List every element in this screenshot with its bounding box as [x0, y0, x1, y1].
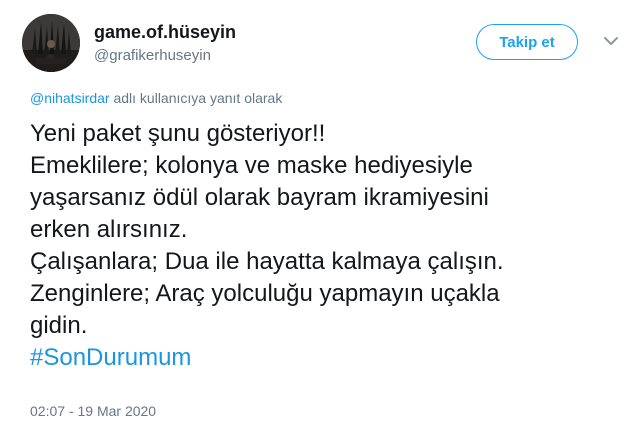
hashtag-link[interactable]: #SonDurumum: [30, 342, 625, 374]
tweet-line: Zenginlere; Araç yolculuğu yapmayın uçak…: [30, 280, 500, 307]
tweet-line: Emeklilere; kolonya ve maske hediyesiyle: [30, 152, 473, 179]
reply-context: @nihatsirdar adlı kullanıcıya yanıt olar…: [30, 90, 282, 106]
tweet-line: yaşarsanız ödül olarak bayram ikramiyesi…: [30, 184, 489, 211]
throne-avatar-icon: [22, 14, 80, 72]
author-handle[interactable]: @grafikerhuseyin: [94, 47, 211, 64]
chevron-down-icon[interactable]: [600, 30, 622, 52]
reply-context-text: adlı kullanıcıya yanıt olarak: [109, 90, 283, 106]
follow-button[interactable]: Takip et: [476, 24, 578, 60]
tweet-line: Yeni paket şunu gösteriyor!!: [30, 120, 326, 147]
tweet-card: game.of.hüseyin @grafikerhuseyin Takip e…: [0, 0, 635, 432]
tweet-line: Çalışanlara; Dua ile hayatta kalmaya çal…: [30, 248, 504, 275]
tweet-text: Yeni paket şunu gösteriyor!! Emeklilere;…: [30, 118, 625, 374]
tweet-line: gidin.: [30, 312, 88, 339]
tweet-timestamp[interactable]: 02:07 - 19 Mar 2020: [30, 403, 156, 419]
author-display-name[interactable]: game.of.hüseyin: [94, 22, 236, 43]
author-avatar[interactable]: [22, 14, 80, 72]
reply-mention-link[interactable]: @nihatsirdar: [30, 90, 110, 106]
tweet-line: erken alırsınız.: [30, 216, 188, 243]
